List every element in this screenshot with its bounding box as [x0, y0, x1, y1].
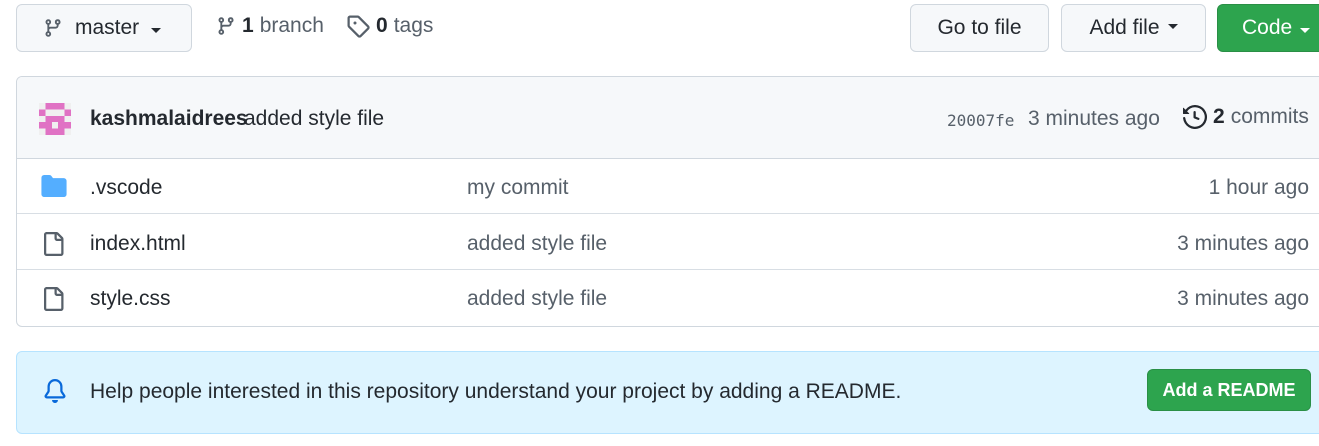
branch-name: master — [75, 16, 140, 39]
file-icon — [44, 232, 64, 256]
commit-time: 3 minutes ago — [1028, 107, 1160, 130]
add-file-label: Add file — [1089, 16, 1160, 39]
branches-link[interactable]: 1 branch — [216, 14, 324, 38]
bell-icon — [44, 379, 66, 403]
file-commit-message-link[interactable]: added style file — [467, 287, 607, 311]
go-to-file-button[interactable]: Go to file — [910, 4, 1049, 52]
tag-count: 0 — [376, 14, 388, 37]
history-icon — [1183, 105, 1207, 129]
file-row: .vscode my commit 1 hour ago — [17, 159, 1319, 214]
branch-selector-button[interactable]: master — [16, 4, 192, 52]
file-row: style.css added style file 3 minutes ago — [17, 270, 1319, 325]
file-listing: kashmalaidrees added style file 20007fe … — [16, 76, 1319, 327]
file-age: 3 minutes ago — [1177, 232, 1309, 255]
commit-sha-link[interactable]: 20007fe — [947, 111, 1014, 130]
folder-icon — [41, 175, 67, 197]
file-name-link[interactable]: index.html — [90, 232, 186, 256]
git-branch-icon — [218, 17, 234, 35]
commits-link[interactable]: 2 commits — [1183, 105, 1309, 129]
avatar[interactable] — [39, 103, 71, 135]
file-commit-message-link[interactable]: my commit — [467, 176, 569, 200]
commit-count-word: commits — [1230, 105, 1309, 128]
readme-banner: Help people interested in this repositor… — [16, 351, 1319, 434]
commit-author-link[interactable]: kashmalaidrees — [90, 107, 248, 131]
latest-commit-bar: kashmalaidrees added style file 20007fe … — [17, 77, 1319, 159]
file-age: 1 hour ago — [1208, 176, 1309, 199]
code-label: Code — [1242, 16, 1293, 39]
file-row: index.html added style file 3 minutes ag… — [17, 215, 1319, 270]
chevron-down-icon — [1300, 27, 1311, 33]
tags-link[interactable]: 0 tags — [346, 14, 433, 38]
git-branch-icon — [45, 19, 61, 37]
chevron-down-icon — [1167, 23, 1178, 29]
tag-word: tags — [393, 14, 434, 37]
commit-count: 2 — [1213, 105, 1225, 128]
readme-banner-text: Help people interested in this repositor… — [90, 380, 902, 403]
branch-count: 1 — [242, 14, 254, 37]
chevron-down-icon — [151, 27, 162, 33]
file-commit-message-link[interactable]: added style file — [467, 232, 607, 256]
add-readme-button[interactable]: Add a README — [1147, 369, 1311, 411]
file-icon — [44, 287, 64, 311]
code-button[interactable]: Code — [1217, 4, 1319, 52]
file-age: 3 minutes ago — [1177, 287, 1309, 310]
commit-message-link[interactable]: added style file — [244, 107, 384, 131]
file-name-link[interactable]: .vscode — [90, 176, 162, 200]
tag-icon — [347, 15, 370, 38]
add-file-button[interactable]: Add file — [1061, 4, 1206, 52]
branch-word: branch — [259, 14, 324, 37]
file-name-link[interactable]: style.css — [90, 287, 171, 311]
